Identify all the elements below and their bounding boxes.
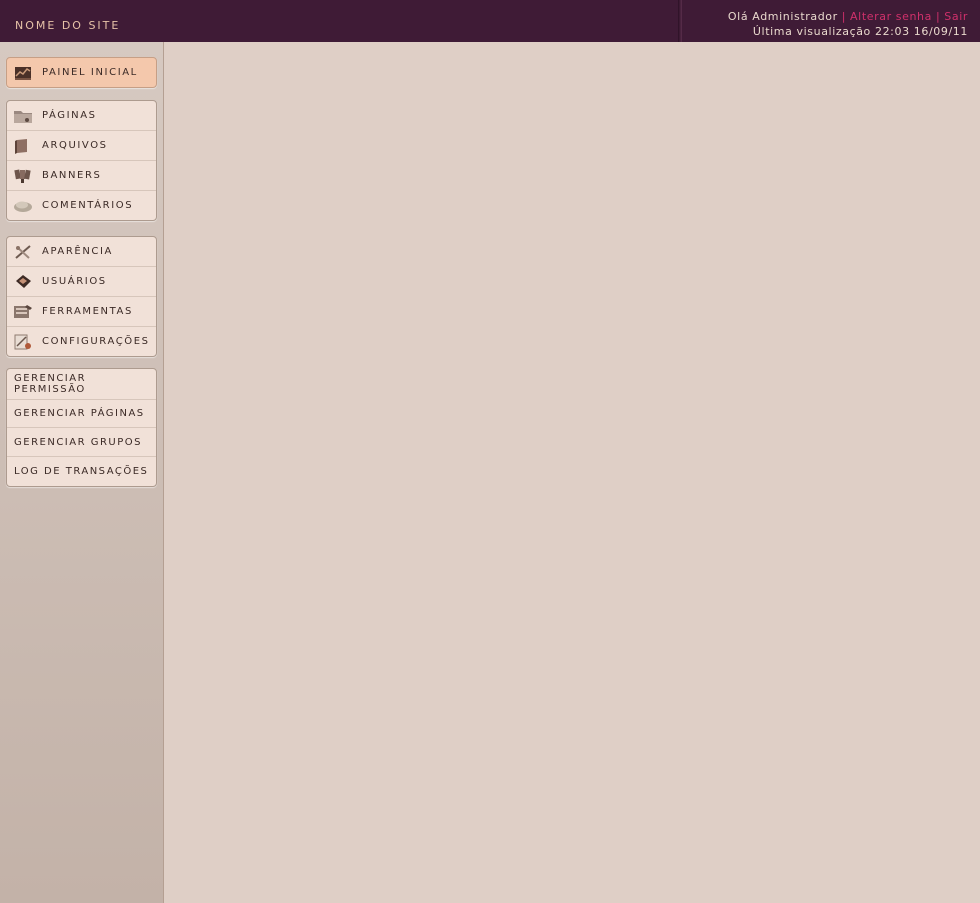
sidebar-item-gerenciar-paginas[interactable]: GERENCIAR PÁGINAS <box>7 399 156 427</box>
sidebar-item-gerenciar-grupos[interactable]: GERENCIAR GRUPOS <box>7 427 156 456</box>
user-info: Olá Administrador | Alterar senha | Sair Últ… <box>727 10 968 38</box>
sidebar-item-label: COMENTÁRIOS <box>42 200 134 211</box>
header-divider <box>678 0 682 42</box>
main-content <box>164 42 980 903</box>
users-icon <box>16 274 31 288</box>
tools-icon <box>14 304 32 318</box>
sidebar-item-label: GERENCIAR GRUPOS <box>14 436 142 448</box>
sidebar-item-label: GERENCIAR PERMISSÃO <box>14 373 87 395</box>
sidebar-item-label: BANNERS <box>42 170 102 181</box>
sidebar-item-label: FERRAMENTAS <box>42 306 133 317</box>
banners-icon <box>14 169 31 183</box>
change-password-link[interactable]: Alterar senha <box>850 10 932 23</box>
menu-group-content: PÁGINAS ARQUIVOS BANNERS COMENTÁRIOS <box>6 100 157 221</box>
sidebar-item-label: LOG DE TRANSAÇÕES <box>14 466 149 477</box>
sidebar-item-label: ARQUIVOS <box>42 140 108 151</box>
sidebar-item-label: CONFIGURAÇÕES <box>42 336 150 347</box>
sidebar-item-aparencia[interactable]: APARÊNCIA <box>7 237 156 266</box>
greeting-text: Olá Administrador <box>727 10 838 23</box>
sidebar-item-paginas[interactable]: PÁGINAS <box>7 101 156 130</box>
sidebar: PAINEL INICIAL PÁGINAS ARQUIVOS BANNERS … <box>0 42 164 903</box>
sidebar-item-label: GERENCIAR PÁGINAS <box>14 408 145 419</box>
top-header: NOME DO SITE Olá Administrador | Alterar s… <box>0 0 980 42</box>
sidebar-item-banners[interactable]: BANNERS <box>7 160 156 190</box>
sidebar-item-label: PAINEL INICIAL <box>42 67 138 78</box>
sidebar-item-ferramentas[interactable]: FERRAMENTAS <box>7 296 156 326</box>
site-name[interactable]: NOME DO SITE <box>15 19 120 32</box>
logout-link[interactable]: Sair <box>944 10 968 23</box>
settings-icon <box>14 334 31 349</box>
sidebar-item-label: USUÁRIOS <box>42 276 107 287</box>
folder-icon <box>14 110 32 123</box>
sidebar-item-painel-inicial[interactable]: PAINEL INICIAL <box>7 58 156 87</box>
appearance-icon <box>15 244 31 259</box>
sidebar-item-usuarios[interactable]: USUÁRIOS <box>7 266 156 296</box>
sidebar-item-gerenciar-permissao[interactable]: GERENCIAR PERMISSÃO <box>7 369 156 399</box>
last-visit-text: Última visualização 22:03 16/09/11 <box>752 25 968 38</box>
sidebar-item-label: PÁGINAS <box>42 110 97 121</box>
dashboard-icon <box>15 66 31 80</box>
sidebar-item-label: APARÊNCIA <box>42 246 113 257</box>
menu-group-home: PAINEL INICIAL <box>6 57 157 88</box>
book-icon <box>15 138 27 154</box>
menu-group-admin: GERENCIAR PERMISSÃO GERENCIAR PÁGINAS GE… <box>6 368 157 487</box>
comments-icon <box>14 201 32 212</box>
sidebar-item-configuracoes[interactable]: CONFIGURAÇÕES <box>7 326 156 356</box>
menu-group-system: APARÊNCIA USUÁRIOS FERRAMENTAS CONFIGURA… <box>6 236 157 357</box>
sidebar-item-log-transacoes[interactable]: LOG DE TRANSAÇÕES <box>7 456 156 486</box>
sidebar-item-arquivos[interactable]: ARQUIVOS <box>7 130 156 160</box>
sidebar-item-comentarios[interactable]: COMENTÁRIOS <box>7 190 156 220</box>
